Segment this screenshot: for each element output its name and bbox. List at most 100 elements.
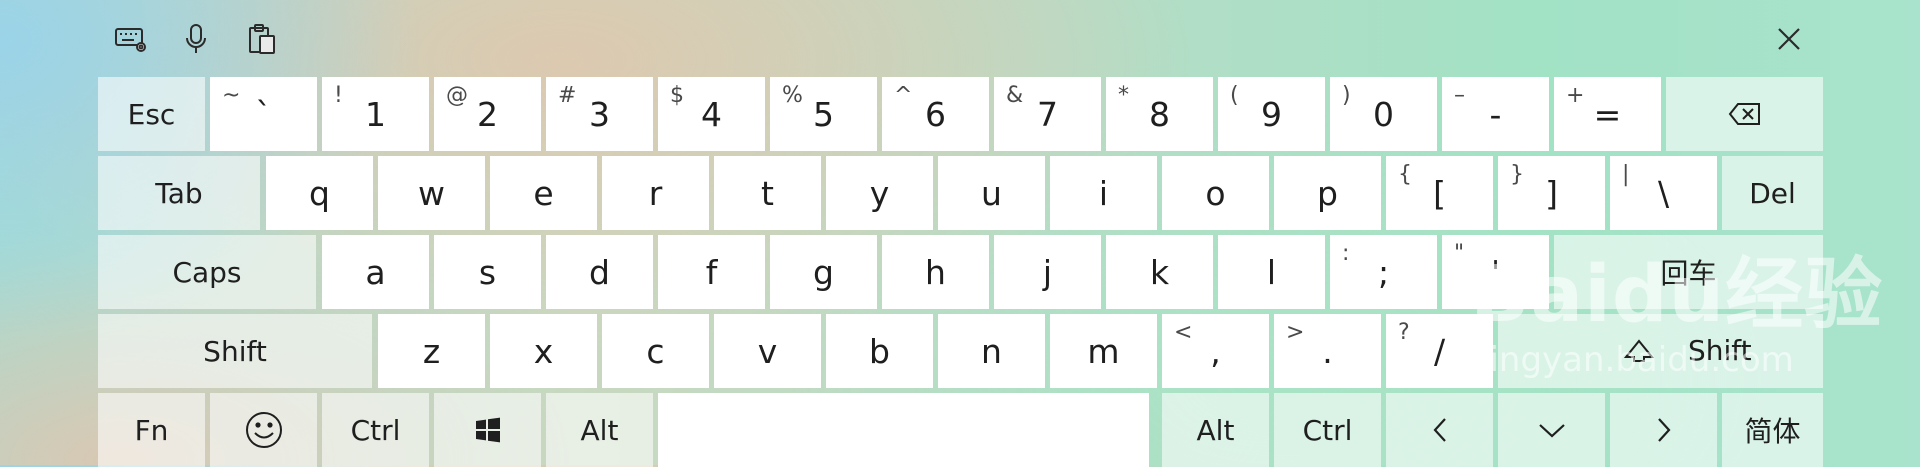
key-left-bracket[interactable]: {[ xyxy=(1386,156,1493,230)
key-backspace[interactable] xyxy=(1666,77,1823,151)
key-alt-right[interactable]: Alt xyxy=(1162,393,1269,467)
keyboard-settings-icon[interactable] xyxy=(106,14,156,64)
key-ctrl-left[interactable]: Ctrl xyxy=(322,393,429,467)
key-alt-left[interactable]: Alt xyxy=(546,393,653,467)
chevron-down-icon xyxy=(1537,421,1567,439)
key-e[interactable]: e xyxy=(490,156,597,230)
key-quote[interactable]: " ' xyxy=(1442,235,1549,309)
key-arrow-left[interactable] xyxy=(1386,393,1493,467)
key-caps[interactable]: Caps xyxy=(98,235,316,309)
key-c[interactable]: c xyxy=(602,314,709,388)
key-primary: o xyxy=(1205,174,1226,213)
key-8[interactable]: * 8 xyxy=(1106,77,1213,151)
key-primary: g xyxy=(813,253,834,292)
key-slash[interactable]: ? / xyxy=(1386,314,1493,388)
key-5[interactable]: % 5 xyxy=(770,77,877,151)
key-space[interactable] xyxy=(658,393,1149,467)
key-u[interactable]: u xyxy=(938,156,1045,230)
key-4[interactable]: $4 xyxy=(658,77,765,151)
key-primary: 5 xyxy=(813,95,834,134)
key-f[interactable]: f xyxy=(658,235,765,309)
key-ctrl-right[interactable]: Ctrl xyxy=(1274,393,1381,467)
key-arrow-right[interactable] xyxy=(1610,393,1717,467)
key-minus[interactable]: – - xyxy=(1442,77,1549,151)
key-language-label: 简体 xyxy=(1744,415,1801,448)
key-language[interactable]: 简体 xyxy=(1722,393,1823,467)
chevron-right-icon xyxy=(1656,416,1672,444)
key-fn[interactable]: Fn xyxy=(98,393,205,467)
key-t[interactable]: t xyxy=(714,156,821,230)
key-b[interactable]: b xyxy=(826,314,933,388)
key-j[interactable]: j xyxy=(994,235,1101,309)
key-tab[interactable]: Tab xyxy=(98,156,260,230)
key-primary: ` xyxy=(255,95,272,134)
key-m[interactable]: m xyxy=(1050,314,1157,388)
key-o[interactable]: o xyxy=(1162,156,1269,230)
key-9[interactable]: (9 xyxy=(1218,77,1325,151)
key-primary: m xyxy=(1087,332,1120,371)
key-k[interactable]: k xyxy=(1106,235,1213,309)
key-primary: 6 xyxy=(925,95,946,134)
key-g[interactable]: g xyxy=(770,235,877,309)
key-alt-label: Alt xyxy=(1196,413,1235,447)
clipboard-icon[interactable] xyxy=(237,14,287,64)
microphone-icon[interactable] xyxy=(171,14,221,64)
key-primary: x xyxy=(533,332,554,371)
key-6[interactable]: ^ 6 xyxy=(882,77,989,151)
key-backslash[interactable]: | \ xyxy=(1610,156,1717,230)
key-1[interactable]: ! 1 xyxy=(322,77,429,151)
key-primary: y xyxy=(869,174,890,213)
key-primary: e xyxy=(533,174,554,213)
key-windows[interactable] xyxy=(434,393,541,467)
key-shift-right[interactable]: Shift xyxy=(1498,314,1823,388)
key-primary: d xyxy=(589,253,610,292)
key-d[interactable]: d xyxy=(546,235,653,309)
key-equals[interactable]: + = xyxy=(1554,77,1661,151)
key-primary: r xyxy=(648,174,663,213)
key-esc[interactable]: Esc xyxy=(98,77,205,151)
key-l[interactable]: l xyxy=(1218,235,1325,309)
key-shift-left[interactable]: Shift xyxy=(98,314,372,388)
key-caps-label: Caps xyxy=(172,255,242,289)
key-primary: 3 xyxy=(589,95,610,134)
windows-logo-icon xyxy=(475,417,501,443)
key-primary: = xyxy=(1593,95,1622,134)
key-x[interactable]: x xyxy=(490,314,597,388)
key-p[interactable]: p xyxy=(1274,156,1381,230)
key-right-bracket[interactable]: }] xyxy=(1498,156,1605,230)
key-2[interactable]: @2 xyxy=(434,77,541,151)
key-primary: n xyxy=(981,332,1002,371)
key-h[interactable]: h xyxy=(882,235,989,309)
key-comma[interactable]: <, xyxy=(1162,314,1269,388)
key-del-label: Del xyxy=(1749,176,1796,210)
key-primary: ; xyxy=(1377,253,1390,292)
key-semicolon[interactable]: :; xyxy=(1330,235,1437,309)
key-primary: [ xyxy=(1433,174,1446,213)
key-i[interactable]: i xyxy=(1050,156,1157,230)
key-q[interactable]: q xyxy=(266,156,373,230)
key-backtick[interactable]: ~ ` xyxy=(210,77,317,151)
key-s[interactable]: s xyxy=(434,235,541,309)
key-0[interactable]: ) 0 xyxy=(1330,77,1437,151)
key-del[interactable]: Del xyxy=(1722,156,1823,230)
key-v[interactable]: v xyxy=(714,314,821,388)
key-enter[interactable]: 回车 xyxy=(1554,235,1823,309)
key-primary: l xyxy=(1266,253,1277,292)
key-y[interactable]: y xyxy=(826,156,933,230)
close-icon[interactable] xyxy=(1764,14,1814,64)
key-primary: c xyxy=(646,332,665,371)
key-n[interactable]: n xyxy=(938,314,1045,388)
key-shift-label: Shift xyxy=(203,334,267,368)
key-emoji[interactable] xyxy=(210,393,317,467)
key-primary: - xyxy=(1489,95,1502,134)
key-period[interactable]: >. xyxy=(1274,314,1381,388)
key-3[interactable]: #3 xyxy=(546,77,653,151)
key-7[interactable]: & 7 xyxy=(994,77,1101,151)
key-primary: \ xyxy=(1657,174,1670,213)
key-z[interactable]: z xyxy=(378,314,485,388)
keyboard-toolbar xyxy=(0,0,1920,76)
key-arrow-down[interactable] xyxy=(1498,393,1605,467)
key-w[interactable]: w xyxy=(378,156,485,230)
key-a[interactable]: a xyxy=(322,235,429,309)
key-r[interactable]: r xyxy=(602,156,709,230)
